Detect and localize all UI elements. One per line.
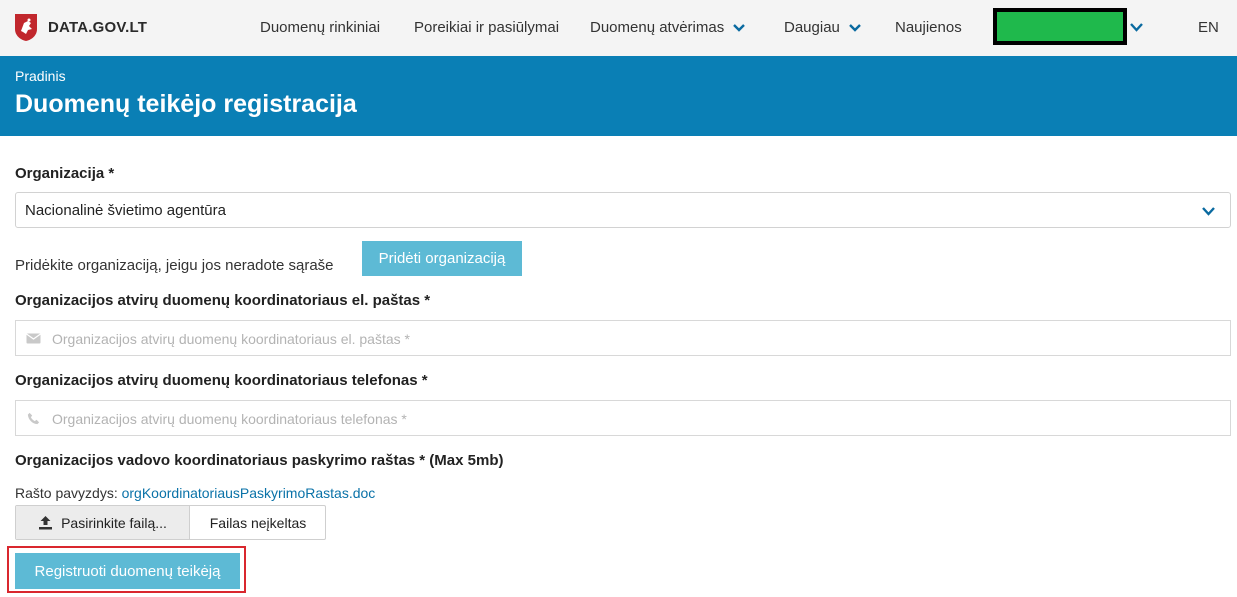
choose-file-label: Pasirinkite failą... — [61, 514, 167, 531]
phone-placeholder: Organizacijos atvirų duomenų koordinator… — [52, 411, 407, 427]
phone-icon — [27, 412, 40, 425]
nav-item-news[interactable]: Naujienos — [895, 19, 962, 36]
add-organization-helper: Pridėkite organizaciją, jeigu jos nerado… — [15, 257, 334, 274]
chevron-down-icon — [849, 23, 861, 32]
organization-selected-value: Nacionalinė švietimo agentūra — [25, 202, 226, 219]
breadcrumb[interactable]: Pradinis — [15, 68, 66, 84]
appointment-label: Organizacijos vadovo koordinatoriaus pas… — [15, 452, 504, 469]
file-upload-group: Pasirinkite failą... Failas neįkeltas — [15, 505, 326, 540]
nav-item-requests[interactable]: Poreikiai ir pasiūlymai — [414, 19, 559, 36]
phone-field[interactable]: Organizacijos atvirų duomenų koordinator… — [15, 400, 1231, 436]
upload-icon — [39, 516, 53, 530]
brand-name: DATA.GOV.LT — [48, 19, 148, 36]
organization-select[interactable]: Nacionalinė švietimo agentūra — [15, 192, 1231, 228]
email-placeholder: Organizacijos atvirų duomenų koordinator… — [52, 331, 410, 347]
user-menu-redacted[interactable] — [993, 8, 1127, 45]
top-navbar: DATA.GOV.LT Duomenų rinkiniai Poreikiai … — [0, 0, 1237, 56]
chevron-down-icon[interactable] — [1130, 23, 1143, 32]
email-field[interactable]: Organizacijos atvirų duomenų koordinator… — [15, 320, 1231, 356]
language-switch[interactable]: EN — [1198, 19, 1219, 36]
envelope-icon — [26, 333, 41, 344]
add-organization-button[interactable]: Pridėti organizaciją — [362, 241, 522, 276]
chevron-down-icon — [1202, 207, 1215, 216]
brand-link[interactable]: DATA.GOV.LT — [14, 13, 147, 42]
register-provider-button[interactable]: Registruoti duomenų teikėją — [15, 553, 240, 589]
sample-letter-link[interactable]: orgKoordinatoriausPaskyrimoRastas.doc — [122, 485, 376, 501]
choose-file-button[interactable]: Pasirinkite failą... — [16, 506, 190, 539]
nav-item-more[interactable]: Daugiau — [784, 19, 861, 36]
email-label: Organizacijos atvirų duomenų koordinator… — [15, 292, 431, 309]
page-title: Duomenų teikėjo registracija — [15, 90, 357, 118]
chevron-down-icon — [733, 23, 746, 32]
nav-item-more-label: Daugiau — [784, 19, 840, 36]
coat-of-arms-icon — [15, 14, 37, 41]
phone-label: Organizacijos atvirų duomenų koordinator… — [15, 372, 428, 389]
file-status: Failas neįkeltas — [209, 514, 307, 531]
nav-item-opening-label: Duomenų atvėrimas — [590, 19, 725, 36]
sample-prefix: Rašto pavyzdys: — [15, 485, 118, 501]
nav-item-opening[interactable]: Duomenų atvėrimas — [590, 19, 746, 36]
sample-letter: Rašto pavyzdys: orgKoordinatoriausPaskyr… — [15, 485, 375, 501]
nav-item-datasets[interactable]: Duomenų rinkiniai — [260, 19, 380, 36]
organization-label: Organizacija * — [15, 165, 115, 182]
